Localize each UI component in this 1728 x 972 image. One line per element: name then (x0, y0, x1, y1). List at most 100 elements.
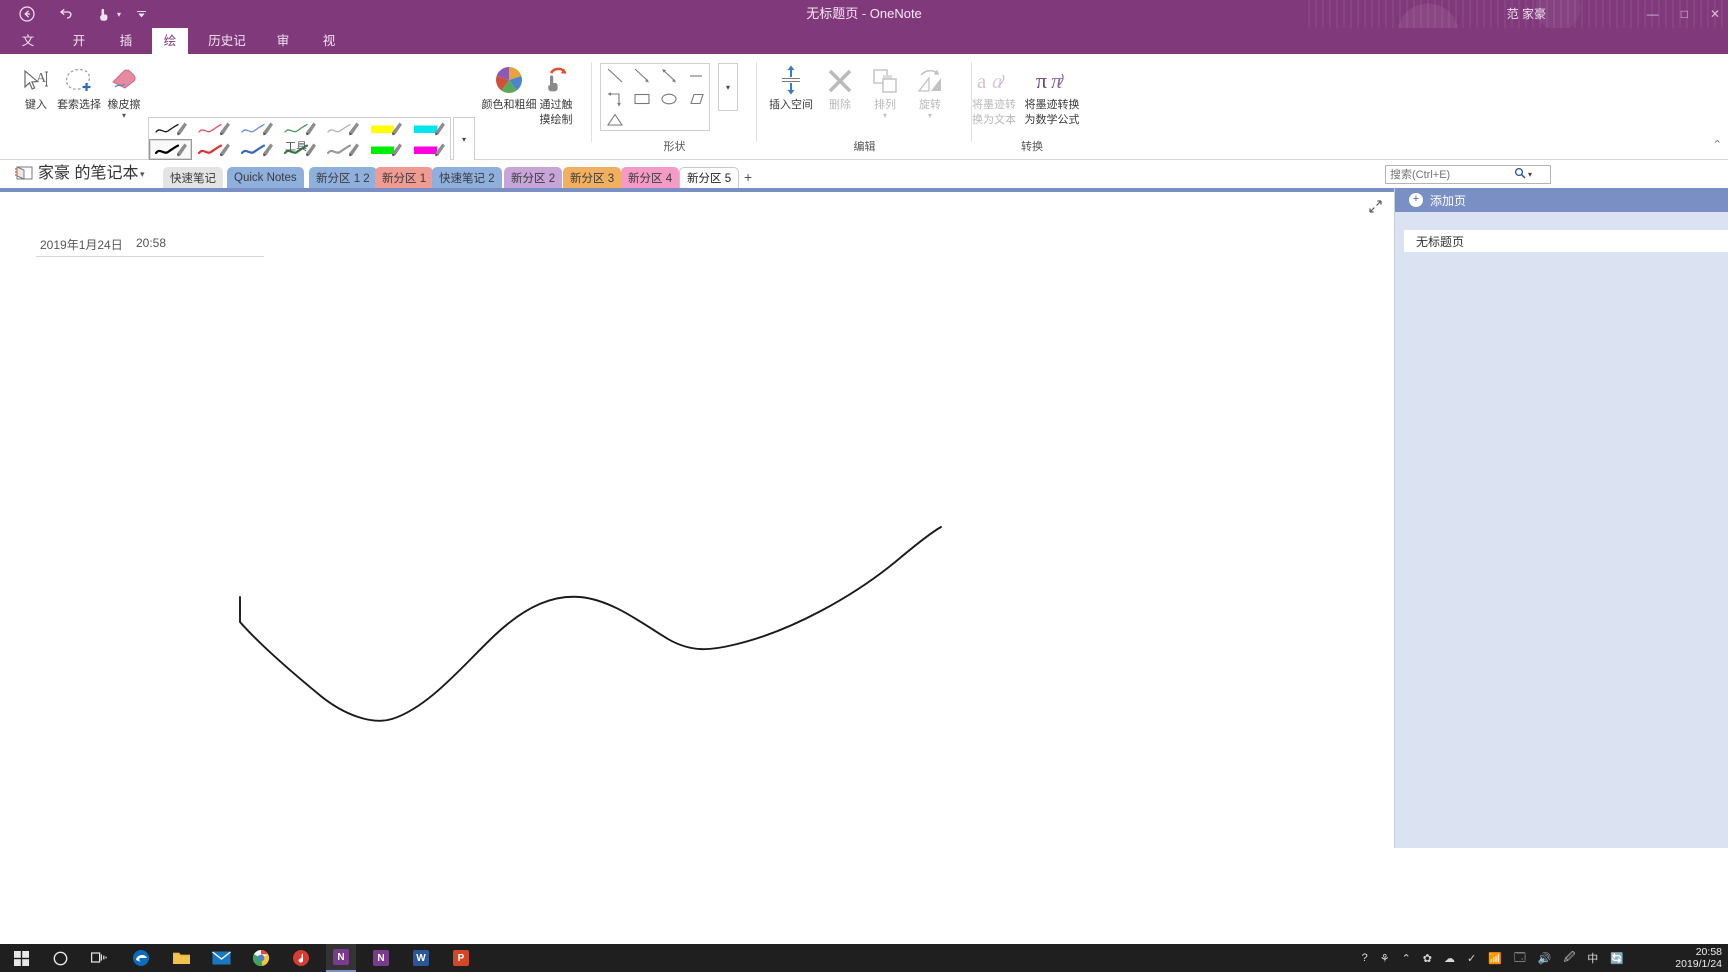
add-page-label: 添加页 (1430, 193, 1467, 208)
eraser-button[interactable]: 橡皮擦 ▾ (98, 62, 150, 120)
tray-bluetooth-icon[interactable]: ⚘ (1380, 952, 1390, 965)
section-tab-new-2[interactable]: 新分区 2 (504, 167, 563, 188)
taskbar-app-mail[interactable] (206, 944, 236, 972)
user-account-name[interactable]: 范 家豪 (1507, 0, 1546, 28)
shape-rectangle-icon[interactable] (628, 87, 655, 110)
draw-with-touch-button[interactable]: 通过触 摸绘制 (533, 62, 579, 126)
page-list-item[interactable]: 无标题页 (1404, 230, 1728, 252)
taskbar-app-chrome[interactable] (246, 944, 276, 972)
tray-network-icon[interactable]: 📶 (1488, 952, 1502, 965)
search-box[interactable]: ▾ (1385, 165, 1551, 184)
ribbon-group-tools: A 键入 套索选择 橡皮擦 ▾ ▾ 颜色和粗细 通过触 摸绘制 工具 (0, 54, 592, 161)
svg-text:a: a (992, 69, 1003, 93)
collapse-ribbon-button[interactable]: ⌃ (1713, 138, 1722, 151)
pen-swatch-pen-green[interactable] (278, 118, 321, 139)
tray-sync-icon[interactable]: 🔄 (1610, 952, 1624, 965)
shape-parallelogram-icon[interactable] (682, 87, 709, 110)
tray-pen-icon[interactable]: 🖉 (1564, 949, 1576, 968)
shape-elbow-arrow-icon[interactable] (601, 87, 628, 110)
section-tab-new-4[interactable]: 新分区 4 (621, 167, 680, 188)
pen-swatch-pen-red[interactable] (192, 118, 235, 139)
taskbar-app-netease-music[interactable] (286, 944, 316, 972)
window-controls: — □ ✕ (1647, 0, 1720, 28)
shape-double-arrow-icon[interactable] (655, 64, 682, 87)
tab-home[interactable]: 开始 (60, 28, 98, 74)
section-tab-new-3[interactable]: 新分区 3 (563, 167, 622, 188)
tray-help-icon[interactable]: ? (1362, 952, 1368, 964)
taskbar: N N W P ? ⚘ ⌃ ✿ ☁ ✓ 📶 🗔 🔊 🖉 中 🔄 20:58 20… (0, 944, 1728, 972)
tray-cloud-icon[interactable]: ☁ (1444, 952, 1455, 965)
tab-review[interactable]: 审阅 (265, 28, 301, 74)
color-thickness-label: 颜色和粗细 (481, 99, 537, 111)
ink-to-math-button[interactable]: π π 将墨迹转换 为数学公式 (1020, 62, 1084, 126)
page-list-sidebar: + 添加页 无标题页 (1394, 188, 1728, 848)
minimize-button[interactable]: — (1647, 7, 1659, 21)
taskbar-app-edge[interactable] (126, 944, 156, 972)
add-section-button[interactable]: + (744, 169, 752, 185)
section-tab-new-5[interactable]: 新分区 5 (679, 167, 740, 188)
taskbar-app-powerpoint[interactable]: P (446, 944, 476, 972)
tab-draw[interactable]: 绘图 (152, 28, 188, 74)
window-title: 无标题页 - OneNote (806, 6, 922, 21)
insert-space-icon (778, 62, 804, 96)
section-tab-quick-notes[interactable]: Quick Notes (227, 167, 304, 188)
tray-expand-icon[interactable]: ⌃ (1402, 952, 1411, 965)
tray-ime-icon[interactable]: 中 (1587, 950, 1598, 966)
eraser-caret-icon[interactable]: ▾ (122, 112, 126, 120)
pen-swatch-icon (283, 122, 316, 136)
shape-gallery[interactable] (600, 63, 710, 131)
shape-triangle-icon[interactable] (601, 110, 628, 130)
taskbar-app-file-explorer[interactable] (166, 944, 196, 972)
taskbar-app-word[interactable]: W (406, 944, 436, 972)
shape-line-icon[interactable] (601, 64, 628, 87)
insert-space-label: 插入空间 (769, 99, 813, 111)
shape-gallery-more-button[interactable]: ▾ (718, 63, 738, 111)
shape-ellipse-icon[interactable] (655, 87, 682, 110)
eraser-label: 橡皮擦 (107, 99, 141, 111)
search-caret-icon[interactable]: ▾ (1528, 170, 1535, 179)
tray-check-icon[interactable]: ✓ (1467, 952, 1476, 965)
pen-swatch-highlighter-cyan[interactable] (407, 118, 450, 139)
pen-swatch-pen-blue[interactable] (235, 118, 278, 139)
pen-swatch-pen-black[interactable] (149, 118, 192, 139)
notebook-caret-icon[interactable]: ▾ (140, 160, 145, 188)
pen-swatch-icon (154, 122, 187, 136)
add-page-button[interactable]: + 添加页 (1395, 188, 1728, 212)
pen-swatch-icon (413, 122, 445, 136)
section-tab-new-1-2[interactable]: 新分区 1 2 (309, 167, 377, 188)
taskbar-app-onenote-2016[interactable]: N (366, 944, 396, 972)
ink-to-text-label-2: 换为文本 (972, 114, 1016, 126)
tray-app-icon[interactable]: ✿ (1423, 952, 1432, 965)
section-tab-quick-notes-cn[interactable]: 快速笔记 (163, 167, 223, 188)
close-button[interactable]: ✕ (1710, 7, 1720, 21)
task-view-icon[interactable] (84, 944, 114, 972)
taskbar-app-onenote[interactable]: N (326, 944, 356, 972)
maximize-button[interactable]: □ (1681, 7, 1688, 21)
tray-display-icon[interactable]: 🗔 (1514, 949, 1526, 968)
taskbar-clock[interactable]: 20:58 2019/1/24 (1675, 944, 1722, 972)
svg-text:π: π (1036, 68, 1047, 93)
pen-swatch-pen-gray[interactable] (321, 118, 364, 139)
pen-swatch-highlighter-yellow[interactable] (364, 118, 407, 139)
tab-insert[interactable]: 插入 (107, 28, 145, 74)
search-input[interactable] (1386, 166, 1512, 183)
touch-draw-label-2: 摸绘制 (539, 114, 573, 126)
ink-to-math-label-2: 为数学公式 (1024, 114, 1080, 126)
tab-view[interactable]: 视图 (311, 28, 347, 74)
ribbon-tab-bar: 文件 开始 插入 绘图 历史记录 审阅 视图 (0, 28, 1728, 74)
notebook-title[interactable]: 家豪 的笔记本 (38, 160, 138, 188)
ribbon-group-convert: a a 将墨迹转 换为文本 π π 将墨迹转换 为数学公式 转换 (972, 54, 1092, 154)
search-icon[interactable] (1512, 167, 1528, 182)
tray-volume-icon[interactable]: 🔊 (1538, 952, 1552, 965)
section-tab-new-1[interactable]: 新分区 1 (375, 167, 434, 188)
shape-arrow-line-icon[interactable] (628, 64, 655, 87)
windows-start-icon[interactable] (6, 944, 36, 972)
color-thickness-button[interactable]: 颜色和粗细 (480, 62, 538, 111)
shape-dash-icon[interactable] (682, 64, 709, 87)
tab-history[interactable]: 历史记录 (196, 28, 258, 74)
section-tab-quick-notes-2[interactable]: 快速笔记 2 (432, 167, 502, 188)
tab-file[interactable]: 文件 (10, 28, 46, 74)
page-canvas[interactable]: 2019年1月24日 20:58 (0, 192, 1394, 848)
insert-space-button[interactable]: 插入空间 (763, 62, 819, 111)
cortana-circle-icon[interactable] (45, 944, 75, 972)
